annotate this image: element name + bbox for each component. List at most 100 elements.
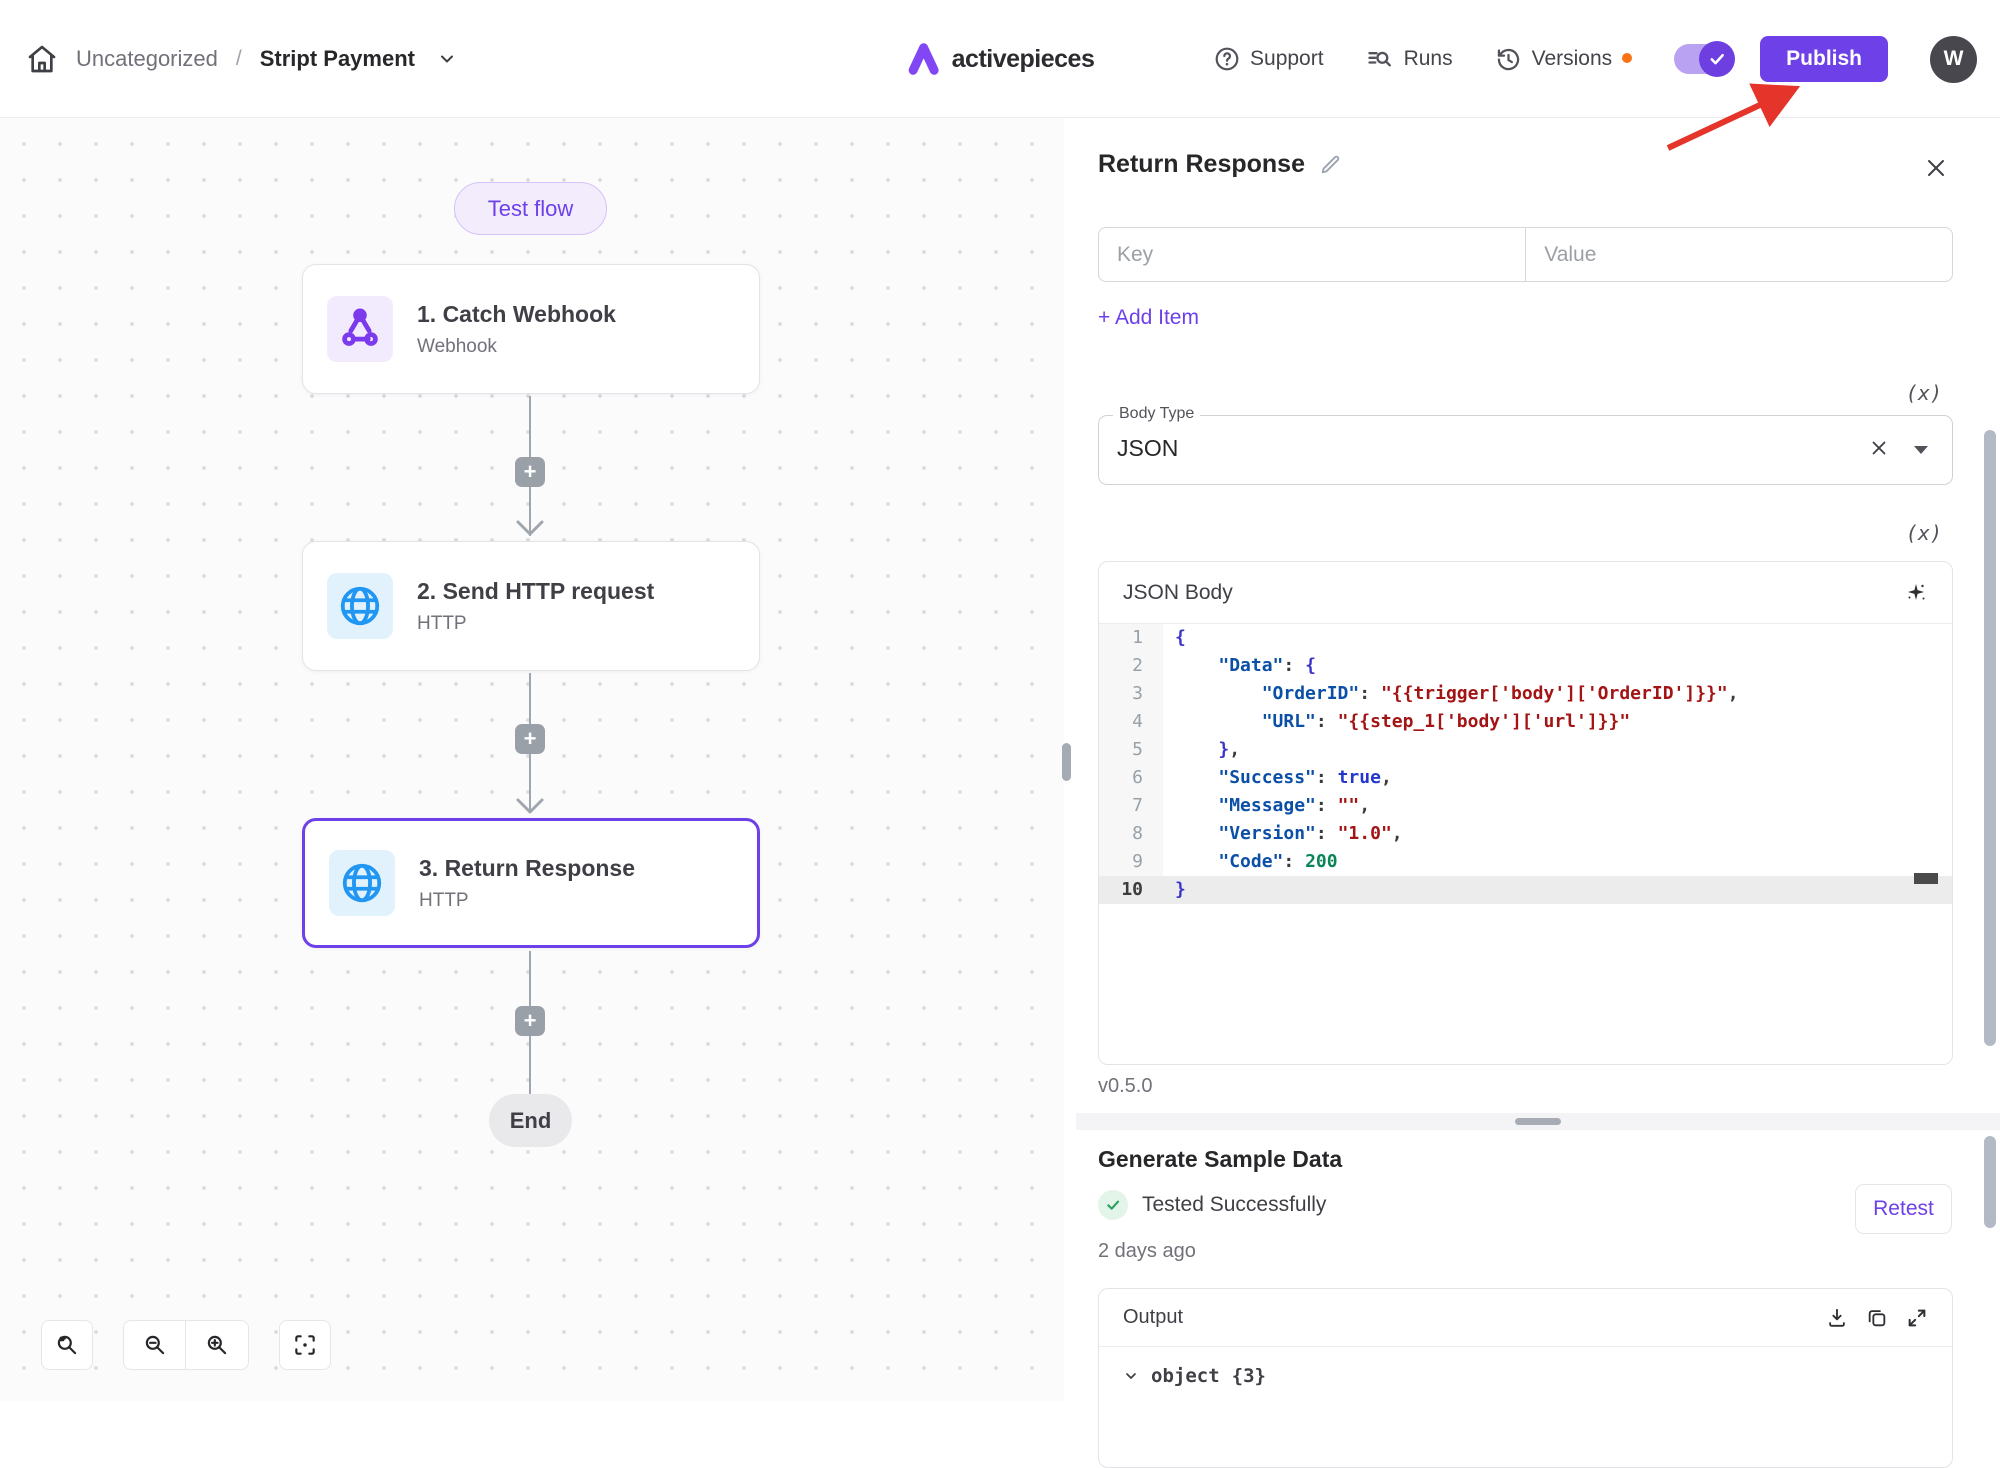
step-title: 3. Return Response bbox=[419, 855, 635, 882]
output-tree-root[interactable]: object {3} bbox=[1099, 1347, 1952, 1387]
body-type-value: JSON bbox=[1117, 435, 1178, 462]
code-line[interactable]: 4 "URL": "{{step_1['body']['url']}}" bbox=[1099, 708, 1952, 736]
editor-scrollbar-thumb[interactable] bbox=[1914, 873, 1938, 884]
code-text: "Data": { bbox=[1163, 652, 1316, 680]
versions-label: Versions bbox=[1532, 47, 1613, 71]
code-text: "Success": true, bbox=[1163, 764, 1392, 792]
panel-resize-handle[interactable] bbox=[1062, 743, 1071, 781]
code-line[interactable]: 9 "Code": 200 bbox=[1099, 848, 1952, 876]
code-line[interactable]: 5 }, bbox=[1099, 736, 1952, 764]
retest-button[interactable]: Retest bbox=[1855, 1184, 1952, 1234]
panel-title: Return Response bbox=[1098, 150, 1305, 179]
step-subtitle: Webhook bbox=[417, 336, 616, 358]
activepieces-logo-text: activepieces bbox=[952, 45, 1095, 74]
line-number: 5 bbox=[1099, 736, 1163, 764]
step-node-catch-webhook[interactable]: 1. Catch Webhook Webhook bbox=[302, 264, 760, 394]
add-step-button[interactable]: + bbox=[515, 457, 545, 487]
avatar[interactable]: W bbox=[1930, 36, 1977, 83]
home-icon[interactable] bbox=[26, 43, 58, 75]
activepieces-logo[interactable]: activepieces bbox=[906, 0, 1095, 118]
code-line[interactable]: 6 "Success": true, bbox=[1099, 764, 1952, 792]
output-card: Output object {3} bbox=[1098, 1288, 1953, 1468]
chevron-down-icon[interactable] bbox=[437, 49, 457, 69]
expand-icon[interactable] bbox=[1906, 1307, 1928, 1329]
tree-chevron-icon[interactable] bbox=[1123, 1368, 1139, 1384]
download-icon[interactable] bbox=[1826, 1307, 1848, 1329]
json-body-card: JSON Body 1{2 "Data": {3 "OrderID": "{{t… bbox=[1098, 561, 1953, 1065]
line-number: 1 bbox=[1099, 624, 1163, 652]
test-timestamp: 2 days ago bbox=[1098, 1240, 1196, 1263]
flow-canvas[interactable]: Test flow 1. Catch Webhook Webhook + 2. … bbox=[0, 118, 1064, 1401]
sample-data-heading: Generate Sample Data bbox=[1098, 1146, 1342, 1173]
piece-version-label: v0.5.0 bbox=[1098, 1075, 1152, 1098]
code-line[interactable]: 10} bbox=[1099, 876, 1952, 904]
runs-menu-item[interactable]: Runs bbox=[1366, 45, 1453, 73]
code-text: { bbox=[1163, 624, 1186, 652]
zoom-in-button[interactable] bbox=[186, 1321, 248, 1369]
add-step-button[interactable]: + bbox=[515, 724, 545, 754]
versions-menu-item[interactable]: Versions bbox=[1495, 46, 1613, 73]
sparkle-ai-icon[interactable] bbox=[1904, 581, 1928, 605]
breadcrumb: Uncategorized / Stript Payment bbox=[26, 0, 457, 118]
test-status-row: Tested Successfully bbox=[1098, 1190, 1326, 1220]
breadcrumb-separator: / bbox=[236, 47, 242, 71]
edit-pencil-icon[interactable] bbox=[1319, 154, 1341, 176]
step-node-return-response[interactable]: 3. Return Response HTTP bbox=[302, 818, 760, 948]
code-text: "Code": 200 bbox=[1163, 848, 1338, 876]
code-line[interactable]: 7 "Message": "", bbox=[1099, 792, 1952, 820]
top-bar: Uncategorized / Stript Payment activepie… bbox=[0, 0, 2000, 118]
zoom-out-button[interactable] bbox=[124, 1321, 186, 1369]
add-step-button[interactable]: + bbox=[515, 1006, 545, 1036]
value-input[interactable] bbox=[1526, 228, 1952, 281]
body-type-select[interactable]: Body Type JSON bbox=[1098, 415, 1953, 485]
key-input[interactable] bbox=[1099, 228, 1525, 281]
line-number: 2 bbox=[1099, 652, 1163, 680]
step-node-send-http[interactable]: 2. Send HTTP request HTTP bbox=[302, 541, 760, 671]
splitter-grip bbox=[1515, 1118, 1561, 1125]
add-item-link[interactable]: + Add Item bbox=[1098, 306, 1199, 330]
fit-to-view-icon bbox=[292, 1332, 318, 1358]
code-text: "Version": "1.0", bbox=[1163, 820, 1403, 848]
connector-arrow-icon bbox=[514, 796, 546, 816]
line-number: 6 bbox=[1099, 764, 1163, 792]
dynamic-value-fx-button[interactable]: (x) bbox=[1906, 381, 1942, 405]
body-type-label: Body Type bbox=[1113, 405, 1200, 423]
success-check-icon bbox=[1098, 1190, 1128, 1220]
breadcrumb-folder[interactable]: Uncategorized bbox=[76, 46, 218, 72]
line-number: 9 bbox=[1099, 848, 1163, 876]
runs-label: Runs bbox=[1404, 47, 1453, 71]
topbar-nav: Support Runs Versions Publish W bbox=[1214, 0, 1977, 118]
clear-icon[interactable] bbox=[1868, 437, 1890, 459]
panel-scrollbar-thumb[interactable] bbox=[1984, 430, 1996, 1046]
zoom-reset-button[interactable] bbox=[41, 1320, 93, 1370]
runs-list-search-icon bbox=[1366, 45, 1394, 73]
code-line[interactable]: 3 "OrderID": "{{trigger['body']['OrderID… bbox=[1099, 680, 1952, 708]
publish-button[interactable]: Publish bbox=[1760, 36, 1888, 82]
copy-icon[interactable] bbox=[1866, 1307, 1888, 1329]
support-menu-item[interactable]: Support bbox=[1214, 46, 1324, 72]
code-line[interactable]: 2 "Data": { bbox=[1099, 652, 1952, 680]
fit-to-view-button[interactable] bbox=[279, 1320, 331, 1370]
tree-node-count: {3} bbox=[1232, 1365, 1266, 1387]
panel-splitter[interactable] bbox=[1076, 1113, 2000, 1130]
line-number: 3 bbox=[1099, 680, 1163, 708]
line-number: 10 bbox=[1099, 876, 1163, 904]
breadcrumb-flow-name[interactable]: Stript Payment bbox=[260, 46, 415, 72]
close-icon[interactable] bbox=[1924, 156, 1948, 180]
zoom-in-icon bbox=[204, 1332, 230, 1358]
code-line[interactable]: 8 "Version": "1.0", bbox=[1099, 820, 1952, 848]
json-code-editor[interactable]: 1{2 "Data": {3 "OrderID": "{{trigger['bo… bbox=[1099, 624, 1952, 1065]
step-settings-panel: Return Response + Add Item (x) Body Type… bbox=[1076, 118, 2000, 1401]
code-text: } bbox=[1163, 876, 1186, 904]
dynamic-value-fx-button[interactable]: (x) bbox=[1906, 521, 1942, 545]
connector-arrow-icon bbox=[514, 518, 546, 538]
zoom-reset-icon bbox=[54, 1332, 80, 1358]
flow-end-badge: End bbox=[489, 1094, 572, 1147]
test-flow-button[interactable]: Test flow bbox=[454, 182, 607, 235]
code-line[interactable]: 1{ bbox=[1099, 624, 1952, 652]
bottom-scrollbar-thumb[interactable] bbox=[1984, 1136, 1996, 1228]
caret-down-icon[interactable] bbox=[1912, 444, 1930, 456]
code-text: "Message": "", bbox=[1163, 792, 1370, 820]
code-text: "URL": "{{step_1['body']['url']}}" bbox=[1163, 708, 1630, 736]
flow-enabled-toggle[interactable] bbox=[1674, 44, 1732, 74]
